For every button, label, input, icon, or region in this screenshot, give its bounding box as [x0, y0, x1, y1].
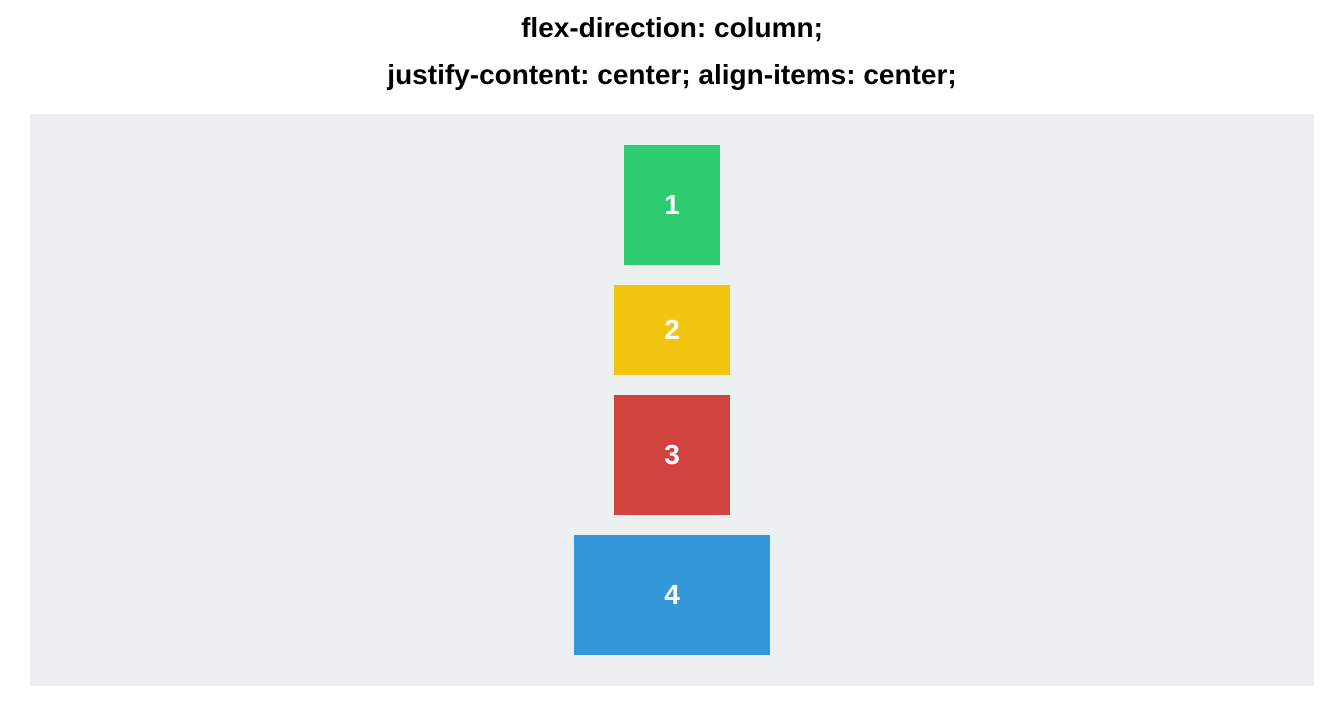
box-2: 2: [614, 285, 730, 375]
box-4: 4: [574, 535, 770, 655]
heading-line-2: justify-content: center; align-items: ce…: [30, 57, 1314, 92]
box-3: 3: [614, 395, 730, 515]
heading-line-1: flex-direction: column;: [30, 10, 1314, 45]
box-1: 1: [624, 145, 720, 265]
flex-container: 1 2 3 4: [30, 114, 1314, 686]
page-wrapper: flex-direction: column; justify-content:…: [0, 0, 1344, 686]
